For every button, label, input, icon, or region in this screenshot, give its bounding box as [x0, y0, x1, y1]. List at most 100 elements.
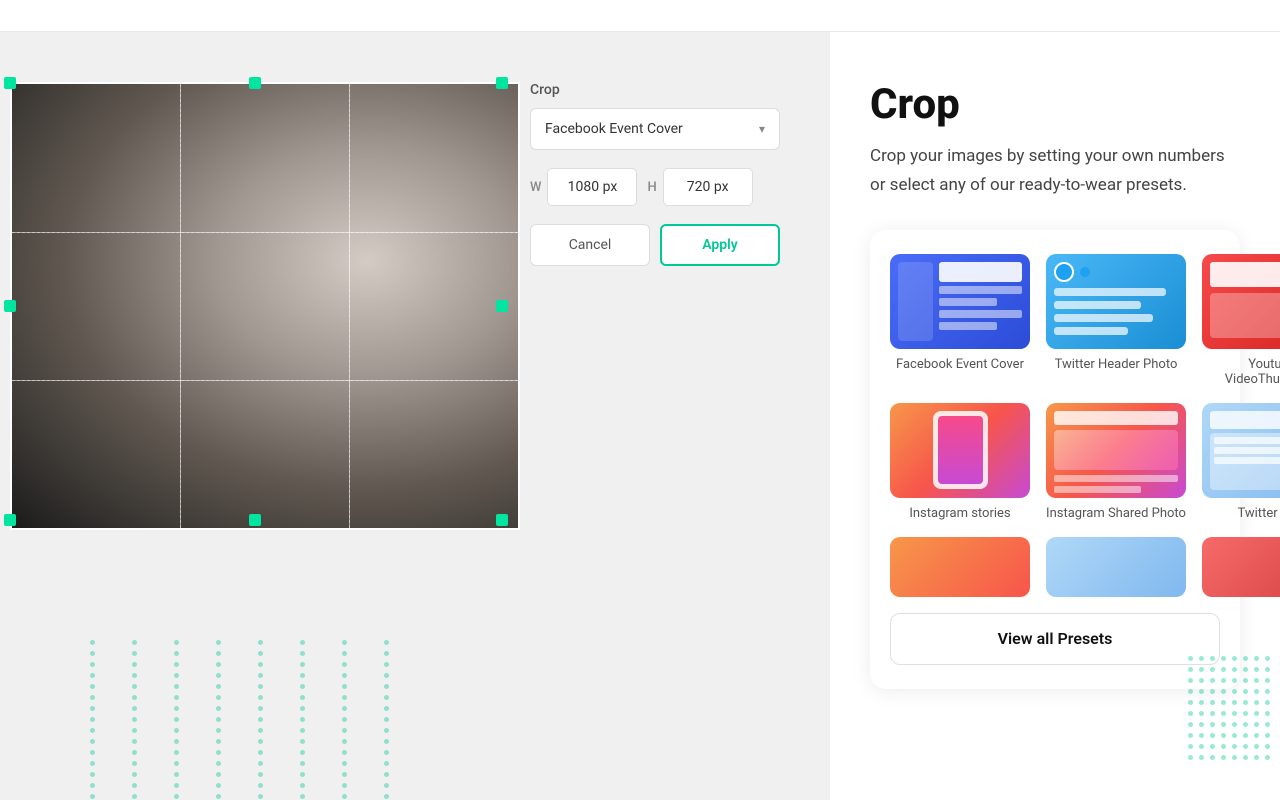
dot	[174, 706, 179, 711]
preset-thumb-facebook	[890, 254, 1030, 349]
preset-card-ig-shared[interactable]: Instagram Shared Photo	[1046, 403, 1186, 521]
dot	[1188, 733, 1193, 738]
preset-dropdown[interactable]: Facebook Event Cover ▾	[530, 108, 780, 150]
tp-content	[1210, 433, 1280, 490]
tw-lines	[1054, 288, 1178, 335]
fb-line-2	[939, 298, 997, 306]
dot	[1221, 744, 1226, 749]
handle-bottom-middle[interactable]	[249, 514, 261, 526]
dot	[174, 772, 179, 777]
preset-card-ig-stories[interactable]: Instagram stories	[890, 403, 1030, 521]
cat-image-bg	[10, 82, 520, 530]
handle-bottom-right[interactable]	[496, 514, 508, 526]
dot	[90, 772, 95, 777]
dot	[216, 640, 221, 645]
dot	[384, 739, 389, 744]
tp-line-1	[1214, 437, 1280, 444]
dot	[258, 728, 263, 733]
dot	[1210, 744, 1215, 749]
tp-header	[1210, 411, 1280, 429]
dot	[90, 706, 95, 711]
dot	[342, 662, 347, 667]
handle-top-left[interactable]	[4, 77, 16, 89]
fb-line-1	[939, 286, 1022, 294]
preset-card-facebook[interactable]: Facebook Event Cover	[890, 254, 1030, 387]
image-canvas	[10, 82, 520, 530]
dot	[132, 794, 137, 799]
dot	[1210, 755, 1215, 760]
handle-bottom-left[interactable]	[4, 514, 16, 526]
preset-card-twitter-header[interactable]: Twitter Header Photo	[1046, 254, 1186, 387]
preset-card-partial-3[interactable]	[1202, 537, 1280, 597]
dot	[1199, 689, 1204, 694]
dots-decoration-right	[1188, 656, 1270, 760]
dot	[90, 794, 95, 799]
dot	[300, 684, 305, 689]
dot	[258, 717, 263, 722]
handle-middle-left[interactable]	[4, 300, 16, 312]
dot	[384, 662, 389, 667]
main-area: Crop Facebook Event Cover ▾ W 1080 px H …	[0, 32, 1280, 800]
igsh-thumb-inner	[1046, 403, 1186, 498]
height-input[interactable]: 720 px	[663, 168, 753, 206]
dot	[90, 673, 95, 678]
dot	[174, 783, 179, 788]
fb-content	[939, 262, 1022, 341]
dot	[1265, 667, 1270, 672]
yt-header	[1210, 262, 1280, 287]
dot	[216, 728, 221, 733]
crop-label: Crop	[530, 82, 810, 98]
dot	[342, 673, 347, 678]
dot	[1210, 656, 1215, 661]
cancel-button[interactable]: Cancel	[530, 224, 650, 266]
dot	[90, 684, 95, 689]
handle-top-middle[interactable]	[249, 77, 261, 89]
apply-button[interactable]: Apply	[660, 224, 780, 266]
dot	[1243, 678, 1248, 683]
dot	[216, 772, 221, 777]
dot	[258, 772, 263, 777]
dot	[342, 772, 347, 777]
dot	[132, 706, 137, 711]
preset-card-partial-1[interactable]	[890, 537, 1030, 597]
tp-thumb-inner	[1202, 403, 1280, 498]
handle-middle-right[interactable]	[496, 300, 508, 312]
preset-card-youtube[interactable]: Youtube VideoThumbnail	[1202, 254, 1280, 387]
dot	[1221, 700, 1226, 705]
chevron-down-icon: ▾	[759, 122, 765, 136]
tp-line-3	[1214, 457, 1280, 464]
dot	[1232, 711, 1237, 716]
dot	[1254, 700, 1259, 705]
preset-thumb-youtube	[1202, 254, 1280, 349]
dot	[300, 673, 305, 678]
yt-thumb-inner	[1202, 254, 1280, 349]
dot	[258, 640, 263, 645]
dot	[342, 761, 347, 766]
preset-card-partial-2[interactable]	[1046, 537, 1186, 597]
dot	[1254, 722, 1259, 727]
fb-line-3	[939, 310, 1022, 318]
igsh-image	[1054, 430, 1178, 470]
fb-line-4	[939, 322, 997, 330]
handle-top-right[interactable]	[496, 77, 508, 89]
preset-card-twitter-post[interactable]: Twitter post	[1202, 403, 1280, 521]
view-all-presets-button[interactable]: View all Presets	[890, 613, 1220, 665]
dot	[384, 717, 389, 722]
dot	[1254, 689, 1259, 694]
preset-thumb-twitter-header	[1046, 254, 1186, 349]
dot	[90, 728, 95, 733]
dot	[1243, 700, 1248, 705]
dot	[90, 640, 95, 645]
dot	[342, 783, 347, 788]
dot	[1243, 722, 1248, 727]
dot	[300, 640, 305, 645]
dot	[1232, 656, 1237, 661]
dot-pattern-left	[90, 640, 420, 770]
dot	[1188, 689, 1193, 694]
dot	[258, 783, 263, 788]
dot	[1265, 722, 1270, 727]
dot	[1243, 667, 1248, 672]
width-input[interactable]: 1080 px	[547, 168, 637, 206]
dot	[300, 794, 305, 799]
preset-name-facebook: Facebook Event Cover	[896, 357, 1024, 372]
